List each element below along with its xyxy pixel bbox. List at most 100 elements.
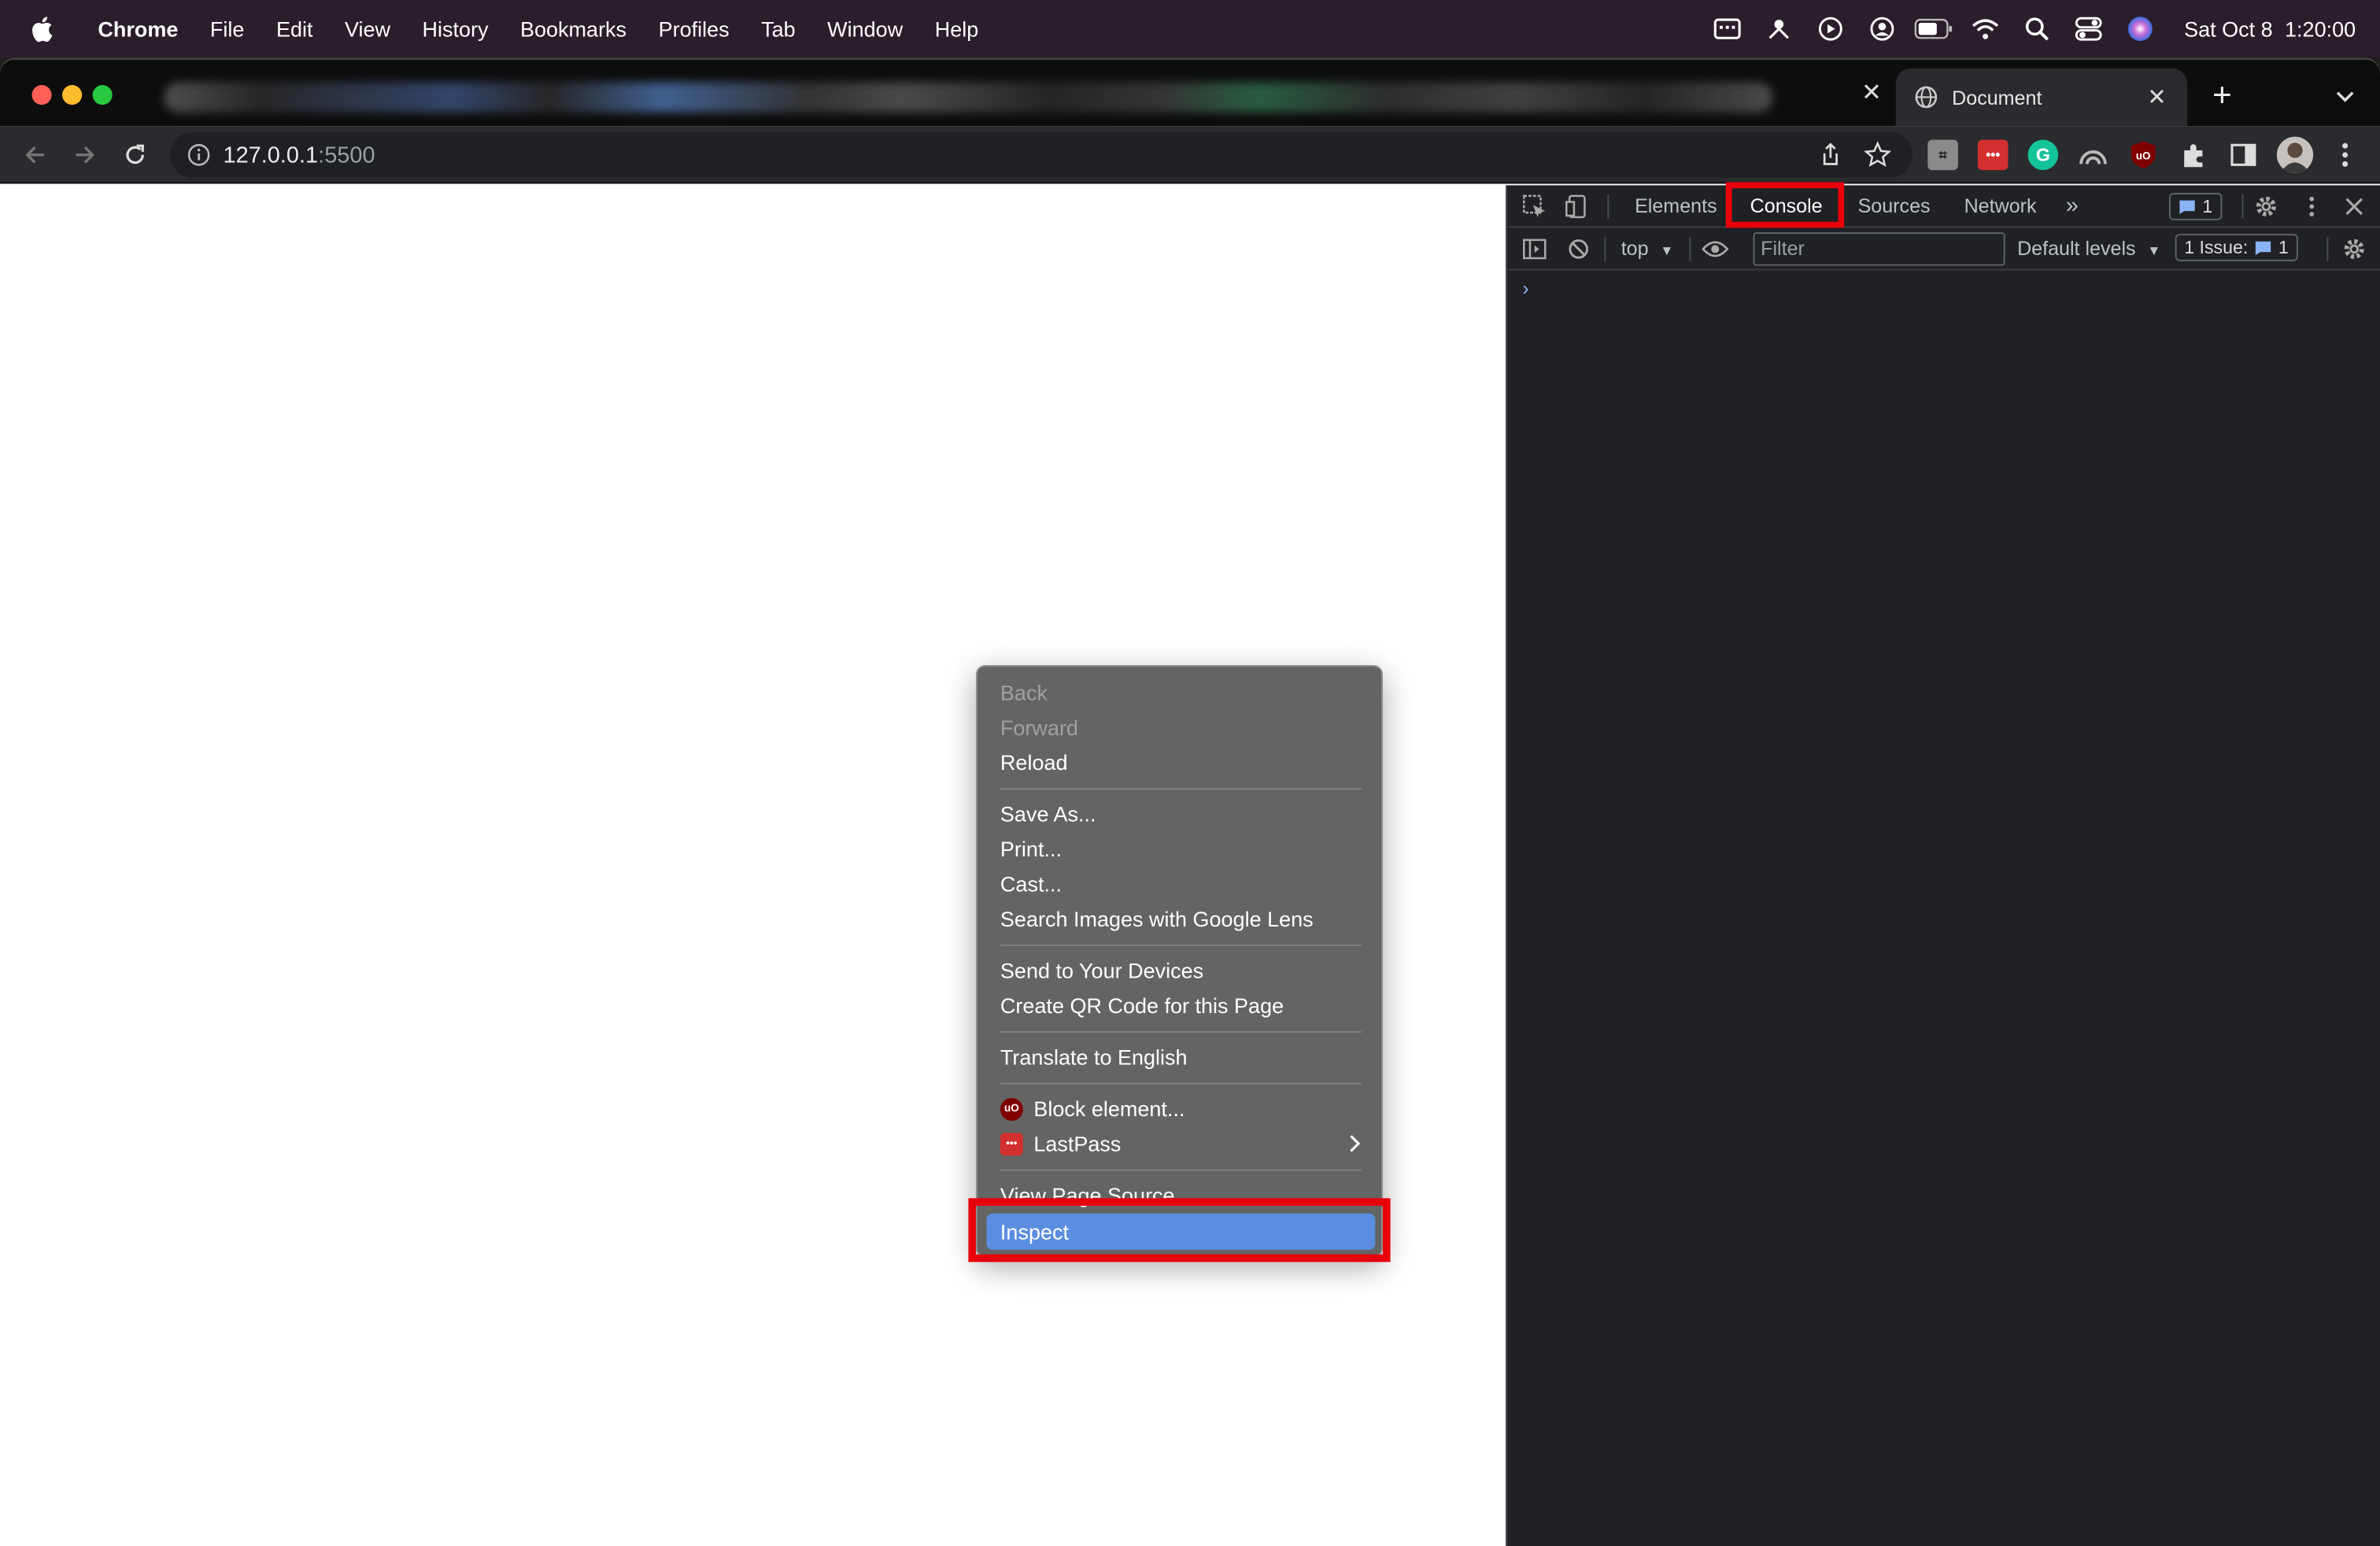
address-bar[interactable]: 127.0.0.1:5500 bbox=[169, 131, 1913, 178]
inspect-highlight-box bbox=[968, 1198, 1391, 1263]
close-window-button[interactable] bbox=[31, 85, 52, 105]
divider bbox=[1607, 194, 1609, 219]
dropdown-arrow-icon: ▼ bbox=[2147, 242, 2161, 258]
reload-button[interactable] bbox=[118, 139, 151, 172]
menu-separator bbox=[1000, 945, 1362, 946]
url-port: :5500 bbox=[318, 142, 375, 168]
tab-title: Document bbox=[1952, 86, 2042, 109]
menu-item-back[interactable]: Back bbox=[1000, 676, 1048, 709]
side-panel-icon[interactable] bbox=[2228, 139, 2259, 170]
tab-strip: ✕ Document ✕ + bbox=[0, 59, 2380, 127]
inspect-element-icon[interactable] bbox=[1519, 191, 1550, 222]
menu-edit[interactable]: Edit bbox=[261, 17, 329, 41]
extension-generic-icon[interactable]: ⌗ bbox=[1927, 139, 1958, 171]
menu-history[interactable]: History bbox=[406, 17, 504, 41]
menu-item-google-lens[interactable]: Search Images with Google Lens bbox=[1000, 902, 1314, 935]
radar-icon[interactable] bbox=[2078, 139, 2108, 170]
close-icon[interactable]: ✕ bbox=[1858, 80, 1886, 108]
play-icon[interactable] bbox=[1805, 0, 1857, 57]
menu-tab[interactable]: Tab bbox=[745, 17, 811, 41]
message-icon bbox=[2179, 199, 2195, 214]
grammarly-icon[interactable]: G bbox=[2027, 139, 2059, 171]
menu-item-cast[interactable]: Cast... bbox=[1000, 867, 1062, 901]
back-button[interactable] bbox=[18, 139, 51, 172]
chevron-down-icon[interactable] bbox=[2328, 80, 2361, 113]
calendar-icon[interactable] bbox=[1702, 0, 1754, 57]
devtools-tabbar: Elements Console Sources Network » 1 bbox=[1507, 182, 2380, 228]
gear-icon[interactable] bbox=[2251, 191, 2282, 222]
maximize-window-button[interactable] bbox=[92, 85, 113, 105]
eye-icon[interactable] bbox=[1700, 234, 1731, 264]
log-levels-dropdown[interactable]: Default levels ▼ bbox=[2017, 227, 2160, 270]
control-center-icon[interactable] bbox=[2063, 0, 2115, 57]
tab-document[interactable]: Document ✕ bbox=[1895, 68, 2188, 127]
wifi-icon[interactable] bbox=[1960, 0, 2012, 57]
device-toolbar-icon[interactable] bbox=[1561, 191, 1592, 222]
menubar-clock[interactable]: Sat Oct 8 1:20:00 bbox=[2184, 17, 2356, 41]
menu-item-send-to-devices[interactable]: Send to Your Devices bbox=[1000, 954, 1203, 987]
globe-icon bbox=[1915, 86, 1938, 109]
menu-item-reload[interactable]: Reload bbox=[1000, 745, 1068, 779]
ublock-origin-icon: uO bbox=[1000, 1097, 1023, 1121]
close-tab-icon[interactable]: ✕ bbox=[2142, 83, 2172, 111]
reload-icon bbox=[126, 144, 144, 165]
user-icon[interactable] bbox=[1856, 0, 1908, 57]
new-tab-button[interactable]: + bbox=[2202, 76, 2241, 117]
menu-item-block-element[interactable]: Block element... bbox=[1033, 1092, 1184, 1125]
star-icon[interactable] bbox=[1864, 141, 1891, 168]
menu-view[interactable]: View bbox=[329, 17, 407, 41]
apple-icon[interactable] bbox=[0, 15, 82, 43]
menu-bookmarks[interactable]: Bookmarks bbox=[504, 17, 643, 41]
share-icon[interactable] bbox=[1818, 142, 1842, 167]
forward-button[interactable] bbox=[68, 139, 102, 172]
menu-item-lastpass[interactable]: LastPass bbox=[1033, 1127, 1121, 1160]
console-tab-highlight bbox=[1725, 182, 1845, 228]
menu-profiles[interactable]: Profiles bbox=[642, 17, 745, 41]
blurred-tabs[interactable] bbox=[164, 82, 1773, 113]
devtools-panel: Elements Console Sources Network » 1 top… bbox=[1506, 182, 2380, 1546]
menu-window[interactable]: Window bbox=[811, 17, 919, 41]
url-host: 127.0.0.1 bbox=[223, 142, 319, 168]
menubar-date: Sat Oct 8 bbox=[2184, 17, 2273, 42]
info-icon[interactable] bbox=[187, 142, 211, 167]
menu-item-qr-code[interactable]: Create QR Code for this Page bbox=[1000, 989, 1284, 1022]
menu-item-print[interactable]: Print... bbox=[1000, 832, 1062, 865]
messages-count: 1 bbox=[2202, 195, 2213, 217]
divider bbox=[1689, 236, 1691, 261]
battery-icon[interactable] bbox=[1908, 0, 1960, 57]
close-devtools-icon[interactable] bbox=[2339, 191, 2370, 222]
menu-separator bbox=[1000, 1030, 1362, 1033]
search-icon[interactable] bbox=[2011, 0, 2063, 57]
sidebar-toggle-icon[interactable] bbox=[1519, 234, 1550, 264]
ublock-origin-icon[interactable]: uO bbox=[2128, 139, 2159, 170]
more-tabs-icon[interactable]: » bbox=[2066, 185, 2079, 227]
menu-item-translate[interactable]: Translate to English bbox=[1000, 1041, 1188, 1074]
kebab-menu-icon[interactable] bbox=[2297, 191, 2327, 222]
context-selector[interactable]: top ▼ bbox=[1621, 227, 1674, 270]
divider bbox=[1604, 236, 1606, 261]
messages-badge[interactable]: 1 bbox=[2168, 193, 2222, 220]
menu-chrome[interactable]: Chrome bbox=[82, 17, 194, 41]
menu-item-forward[interactable]: Forward bbox=[1000, 711, 1078, 744]
airdrop-icon[interactable] bbox=[1753, 0, 1805, 57]
tab-network[interactable]: Network bbox=[1964, 185, 2037, 227]
minimize-window-button[interactable] bbox=[62, 85, 83, 105]
menu-item-save-as[interactable]: Save As... bbox=[1000, 797, 1096, 830]
menu-help[interactable]: Help bbox=[918, 17, 994, 41]
menu-file[interactable]: File bbox=[194, 17, 261, 41]
tab-elements[interactable]: Elements bbox=[1635, 185, 1717, 227]
avatar[interactable] bbox=[2276, 136, 2314, 173]
issues-badge[interactable]: 1 Issue: 1 bbox=[2175, 234, 2298, 261]
tab-sources[interactable]: Sources bbox=[1858, 185, 1931, 227]
more-icon[interactable] bbox=[2330, 139, 2360, 170]
issues-label: 1 Issue: bbox=[2184, 236, 2249, 258]
message-icon bbox=[2255, 240, 2271, 255]
console-prompt[interactable]: › bbox=[1522, 276, 1528, 299]
siri-icon[interactable] bbox=[2114, 0, 2166, 57]
clear-console-icon[interactable] bbox=[1563, 234, 1594, 264]
filter-input[interactable]: Filter bbox=[1753, 232, 2005, 266]
lastpass-ext-icon[interactable]: ••• bbox=[1977, 139, 2009, 171]
menu-separator bbox=[1000, 1082, 1362, 1085]
console-settings-gear-icon[interactable] bbox=[2339, 234, 2370, 264]
puzzle-icon[interactable] bbox=[2178, 139, 2208, 170]
